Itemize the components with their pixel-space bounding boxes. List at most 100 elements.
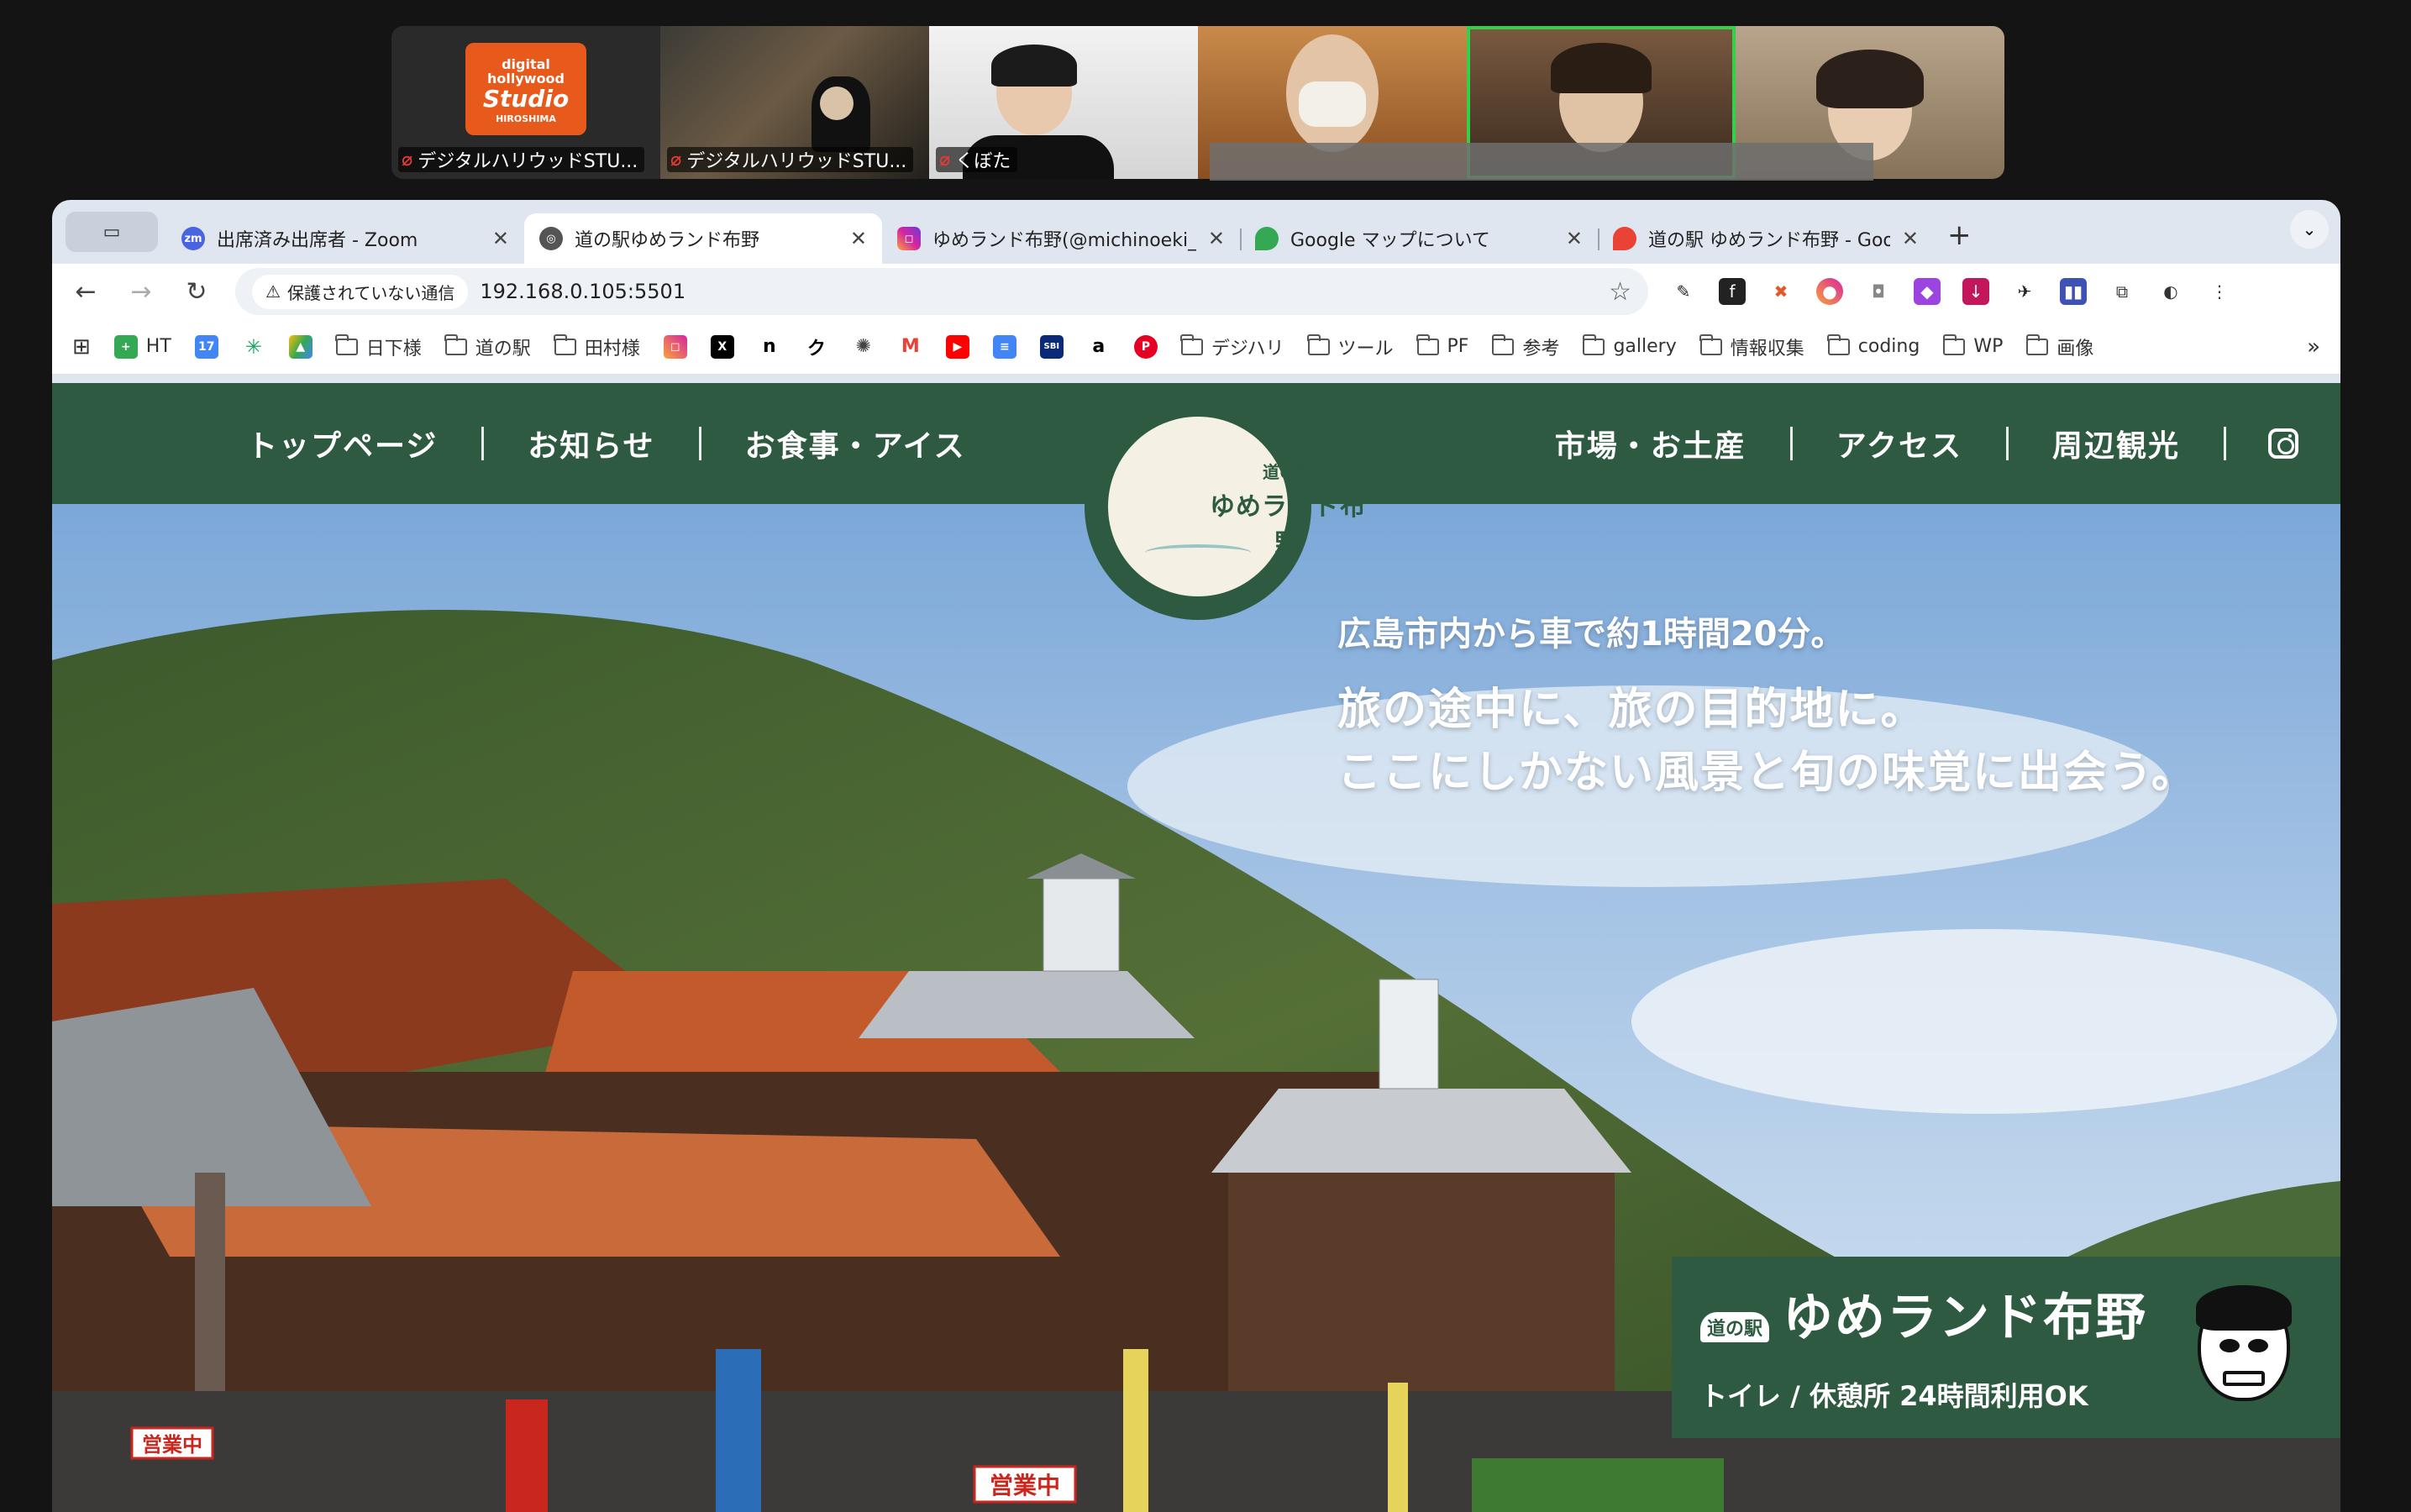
nav-food[interactable]: お食事・アイス [701, 422, 1010, 465]
folder-icon [335, 333, 358, 355]
site-logo[interactable]: 道の駅 ゆめランド布野 [1085, 393, 1365, 620]
google-maps-icon [1613, 227, 1636, 250]
pinwheel-icon[interactable]: ✳ [242, 335, 265, 359]
bookmark-folder[interactable]: WP [1942, 333, 2003, 357]
bookmark-star-icon[interactable]: ☆ [1609, 277, 1631, 307]
instagram-icon: ◻ [897, 227, 921, 250]
camera-icon[interactable]: ◘ [1865, 278, 1892, 305]
more-menu-icon[interactable]: ⋮ [2206, 278, 2233, 305]
nav-access[interactable]: アクセス [1793, 422, 2006, 465]
extensions-puzzle-icon[interactable]: ⧉ [2109, 278, 2135, 305]
calendar-icon[interactable]: 17 [194, 334, 218, 359]
bookmark-folder[interactable]: デジハリ [1180, 333, 1284, 360]
bookmark-folder[interactable]: 田村様 [554, 333, 640, 360]
pinterest-icon[interactable]: P [1133, 334, 1158, 359]
folder-icon [1827, 333, 1850, 355]
folder-icon [1699, 333, 1722, 355]
nav-right: 市場・お土産 アクセス 周辺観光 [1511, 422, 2340, 465]
nav-market[interactable]: 市場・お土産 [1511, 422, 1790, 465]
nav-sightseeing[interactable]: 周辺観光 [2009, 422, 2224, 465]
participant-name-text: デジタルハリウッドSTU... [686, 151, 907, 172]
bookmark-folder[interactable]: coding [1827, 333, 1920, 357]
logo-text-main: Studio [482, 84, 570, 113]
close-icon[interactable]: ✕ [1566, 227, 1583, 250]
studio-logo: digital hollywood Studio HIROSHIMA [465, 43, 586, 135]
profile-icon[interactable]: ◐ [2157, 278, 2184, 305]
font-icon[interactable]: f [1719, 278, 1746, 305]
participant-tile[interactable]: ⌀ デジタルハリウッドSTU... [660, 26, 929, 179]
tools-icon[interactable]: ✖ [1768, 278, 1794, 305]
tab-label: ゆめランド布野(@michinoeki_f [932, 230, 1196, 251]
participant-tile[interactable]: ⌀ くぼた [929, 26, 1198, 179]
bookmark-folder[interactable]: 情報収集 [1699, 333, 1804, 360]
eyedropper-icon[interactable]: ✎ [1670, 278, 1697, 305]
new-tab-button[interactable]: + [1947, 218, 1972, 252]
url-text[interactable]: 192.168.0.105:5501 [480, 280, 1597, 303]
nav-top-page[interactable]: トップページ [203, 422, 481, 465]
tab-search-button[interactable]: ▭ [66, 212, 158, 252]
x-icon[interactable]: X [710, 334, 734, 359]
nav-divider [2005, 427, 2009, 460]
google-drive-icon[interactable]: ▲ [288, 334, 313, 359]
sbi-icon[interactable]: SBI [1039, 334, 1064, 359]
blue-banner [716, 1349, 761, 1512]
instagram-icon[interactable]: ◻ [663, 334, 687, 359]
participant-name-text: くぼた [955, 151, 1011, 172]
purple-extension-icon[interactable]: ◆ [1914, 278, 1941, 305]
security-chip[interactable]: ⚠ 保護されていない通信 [252, 274, 469, 309]
back-button[interactable]: ← [69, 277, 102, 307]
info-banner: 道の駅 ゆめランド布野 トイレ / 休憩所 24時間利用OK [1672, 1257, 2340, 1438]
youtube-icon[interactable]: ▶ [945, 334, 969, 359]
tab-michinoeki[interactable]: ◎ 道の駅ゆめランド布野 ✕ [524, 213, 882, 264]
info-banner-small: 道の駅 [1700, 1312, 1770, 1342]
reload-button[interactable]: ↻ [180, 277, 213, 307]
apps-grid-icon[interactable]: ⊞ [72, 334, 91, 360]
zoom-icon: zm [181, 227, 205, 250]
participant-name: ⌀ デジタルハリウッドSTU... [667, 147, 914, 172]
close-icon[interactable]: ✕ [1208, 227, 1225, 250]
folder-icon [1491, 333, 1515, 355]
tab-google-maps-place[interactable]: 道の駅 ゆめランド布野 - Google ✕ [1598, 213, 1934, 264]
bookmark-folder[interactable]: 日下様 [335, 333, 422, 360]
bookmark-folder[interactable]: 道の駅 [444, 333, 531, 360]
katakana-icon[interactable]: ク [805, 335, 828, 360]
bookmark-label: PF [1447, 336, 1469, 357]
folder-icon [1582, 333, 1605, 355]
google-docs-icon[interactable]: ≡ [992, 334, 1016, 359]
rocket-icon[interactable]: ✈ [2011, 278, 2038, 305]
note-icon[interactable]: n [758, 335, 781, 359]
person-hair [991, 45, 1077, 87]
instagram-icon[interactable] [2268, 428, 2298, 459]
bookmark-folder[interactable]: 参考 [1491, 333, 1560, 360]
tab-list-button[interactable]: ⌄ [2290, 210, 2329, 249]
download-icon[interactable]: ↓ [1962, 278, 1989, 305]
hero-tagline: 広島市内から車で約1時間20分。 旅の途中に、旅の目的地に。 ここにしかない風景… [1337, 606, 2197, 806]
tab-zoom[interactable]: zm 出席済み出席者 - Zoom ✕ [166, 213, 524, 264]
openai-icon[interactable]: ✺ [852, 335, 875, 359]
bookmark-label: 田村様 [584, 338, 640, 360]
mic-muted-icon: ⌀ [402, 149, 413, 171]
close-icon[interactable]: ✕ [1902, 227, 1919, 250]
close-icon[interactable]: ✕ [492, 227, 509, 250]
address-bar[interactable]: ⚠ 保護されていない通信 192.168.0.105:5501 ☆ [235, 268, 1648, 315]
bookmark-folder[interactable]: gallery [1582, 333, 1677, 357]
blue-extension-icon[interactable]: ▮▮ [2060, 278, 2087, 305]
amazon-icon[interactable]: a [1087, 335, 1111, 359]
nav-news[interactable]: お知らせ [484, 422, 698, 465]
logo-text-bottom: HIROSHIMA [496, 113, 556, 124]
bookmark-label: 参考 [1522, 338, 1560, 360]
bookmark-folder[interactable]: 画像 [2025, 333, 2093, 360]
gmail-icon[interactable]: M [899, 335, 922, 359]
close-icon[interactable]: ✕ [850, 227, 867, 250]
color-picker-icon[interactable]: ● [1816, 278, 1843, 305]
bookmark-folder[interactable]: PF [1416, 333, 1469, 357]
participant-tile[interactable]: digital hollywood Studio HIROSHIMA ⌀ デジタル… [391, 26, 660, 179]
bookmark-folder[interactable]: ツール [1307, 333, 1394, 360]
tab-instagram[interactable]: ◻ ゆめランド布野(@michinoeki_f ✕ [882, 213, 1240, 264]
bookmark-label: ツール [1337, 338, 1394, 360]
forward-button[interactable]: → [124, 277, 158, 307]
tab-google-maps-about[interactable]: Google マップについて ✕ [1240, 213, 1598, 264]
folder-icon [1942, 333, 1966, 355]
bookmark-ht[interactable]: + HT [113, 334, 171, 359]
more-bookmarks-icon[interactable]: » [2307, 334, 2320, 360]
